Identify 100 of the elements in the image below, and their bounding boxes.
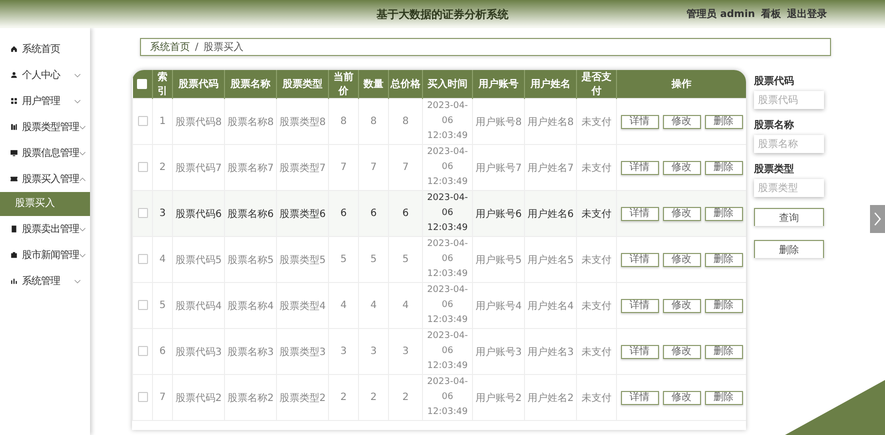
table-cell: 未支付 [582, 346, 612, 358]
row-checkbox[interactable] [138, 346, 148, 356]
next-button[interactable] [870, 205, 885, 233]
table-cell: 股票代码6 [175, 208, 222, 220]
column-header: 买入时间 [428, 79, 468, 90]
action-button[interactable]: 删除 [704, 114, 742, 128]
search-field[interactable]: 股票名称 [754, 135, 824, 153]
search-field[interactable]: 股票类型 [754, 179, 824, 197]
column-header: 是否支付 [582, 72, 612, 97]
table-cell: 7 [340, 162, 347, 173]
table-cell: 6 [159, 346, 166, 357]
table-cell: 4 [340, 300, 347, 311]
action-button[interactable]: 修改 [662, 160, 700, 174]
breadcrumb-item[interactable]: 系统首页 [150, 40, 190, 54]
table-cell: 股票名称8 [227, 116, 274, 128]
table-cell: 4 [402, 300, 409, 311]
row-checkbox[interactable] [138, 254, 148, 264]
row-checkbox[interactable] [138, 116, 148, 126]
column-header: 股票类型 [282, 79, 322, 90]
chevron-icon [79, 176, 86, 182]
row-checkbox[interactable] [138, 162, 148, 172]
table-cell: 未支付 [582, 208, 612, 220]
action-button[interactable]: 修改 [662, 344, 700, 358]
table-cell: 5 [340, 254, 347, 265]
table-cell: 5 [370, 254, 377, 265]
action-button[interactable]: 删除 [704, 206, 742, 220]
table-cell: 用户账号8 [475, 116, 522, 128]
action-button[interactable]: 详情 [620, 160, 658, 174]
table-cell: 2 [159, 162, 166, 173]
table-cell-text: 2023-04-06 12:03:49 [426, 238, 469, 281]
menu-item[interactable]: 用户管理 [0, 88, 90, 114]
menu-icon [10, 149, 18, 157]
table-cell: 股票类型4 [279, 300, 326, 312]
menu-item[interactable]: 系统管理 [0, 268, 90, 294]
search-field[interactable]: 股票代码 [754, 91, 824, 109]
menu-item[interactable]: 股票买入管理 [0, 166, 90, 192]
header-link[interactable]: 看板 [761, 7, 781, 21]
table-cell-text: 2023-04-06 12:03:49 [426, 146, 469, 189]
chevron-icon [74, 72, 81, 78]
action-button[interactable]: 修改 [662, 114, 700, 128]
submenu-item[interactable]: 股票买入 [0, 192, 90, 216]
table-cell: 7 [159, 392, 166, 403]
column-header: 用户姓名 [530, 79, 570, 90]
menu-icon [10, 123, 18, 131]
action-button[interactable]: 删除 [704, 298, 742, 312]
table-cell: 8 [370, 116, 377, 127]
action-button[interactable]: 修改 [662, 206, 700, 220]
table-cell: 7 [370, 162, 377, 173]
table-cell: 8 [340, 116, 347, 127]
action-button[interactable]: 详情 [620, 298, 658, 312]
table-cell: 3 [402, 346, 409, 357]
header-link[interactable]: 退出登录 [787, 7, 827, 21]
column-header: 用户账号 [478, 79, 518, 90]
table-cell: 未支付 [582, 300, 612, 312]
table-cell: 股票类型7 [279, 162, 326, 174]
row-checkbox[interactable] [138, 392, 148, 402]
table-cell: 用户账号6 [475, 208, 522, 220]
breadcrumb-item: 股票买入 [203, 40, 244, 54]
action-button[interactable]: 删除 [704, 160, 742, 174]
table-cell: 用户账号5 [475, 254, 522, 266]
action-button[interactable]: 删除 [704, 344, 742, 358]
row-checkbox[interactable] [138, 208, 148, 218]
panel-button[interactable]: 删除 [754, 240, 824, 258]
chevron-icon [74, 278, 81, 284]
menu-item[interactable]: 系统首页 [0, 36, 90, 62]
table-cell: 3 [370, 346, 377, 357]
table-cell-text: 2023-04-06 12:03:49 [426, 376, 469, 419]
chevron-icon [79, 226, 86, 232]
chevron-icon [79, 252, 86, 258]
table-cell: 7 [402, 162, 409, 173]
table-cell: 2 [370, 392, 377, 403]
action-button[interactable]: 详情 [620, 206, 658, 220]
action-button[interactable]: 修改 [662, 390, 700, 404]
action-button[interactable]: 详情 [620, 252, 658, 266]
menu-icon [10, 175, 18, 183]
action-button[interactable]: 修改 [662, 298, 700, 312]
action-button[interactable]: 修改 [662, 252, 700, 266]
action-button[interactable]: 删除 [704, 390, 742, 404]
menu-item[interactable]: 股票卖出管理 [0, 216, 90, 242]
table-cell: 3 [340, 346, 347, 357]
panel-button[interactable]: 查询 [754, 208, 824, 226]
menu-icon [10, 225, 18, 233]
chevron-icon [79, 124, 86, 130]
table-cell: 未支付 [582, 162, 612, 174]
row-checkbox[interactable] [138, 300, 148, 310]
menu-item[interactable]: 个人中心 [0, 62, 90, 88]
select-all-checkbox[interactable] [137, 78, 148, 89]
chevron-right-icon [873, 212, 882, 226]
action-button[interactable]: 详情 [620, 390, 658, 404]
column-header: 操作 [672, 79, 692, 90]
action-button[interactable]: 删除 [704, 252, 742, 266]
table-cell: 用户账号4 [475, 300, 522, 312]
menu-item[interactable]: 股票信息管理 [0, 140, 90, 166]
table-cell: 用户姓名6 [527, 208, 574, 220]
menu-item[interactable]: 股市新闻管理 [0, 242, 90, 268]
menu-item[interactable]: 股票类型管理 [0, 114, 90, 140]
table-cell: 股票类型8 [279, 116, 326, 128]
table-cell: 股票代码2 [175, 392, 222, 404]
action-button[interactable]: 详情 [620, 344, 658, 358]
action-button[interactable]: 详情 [620, 114, 658, 128]
